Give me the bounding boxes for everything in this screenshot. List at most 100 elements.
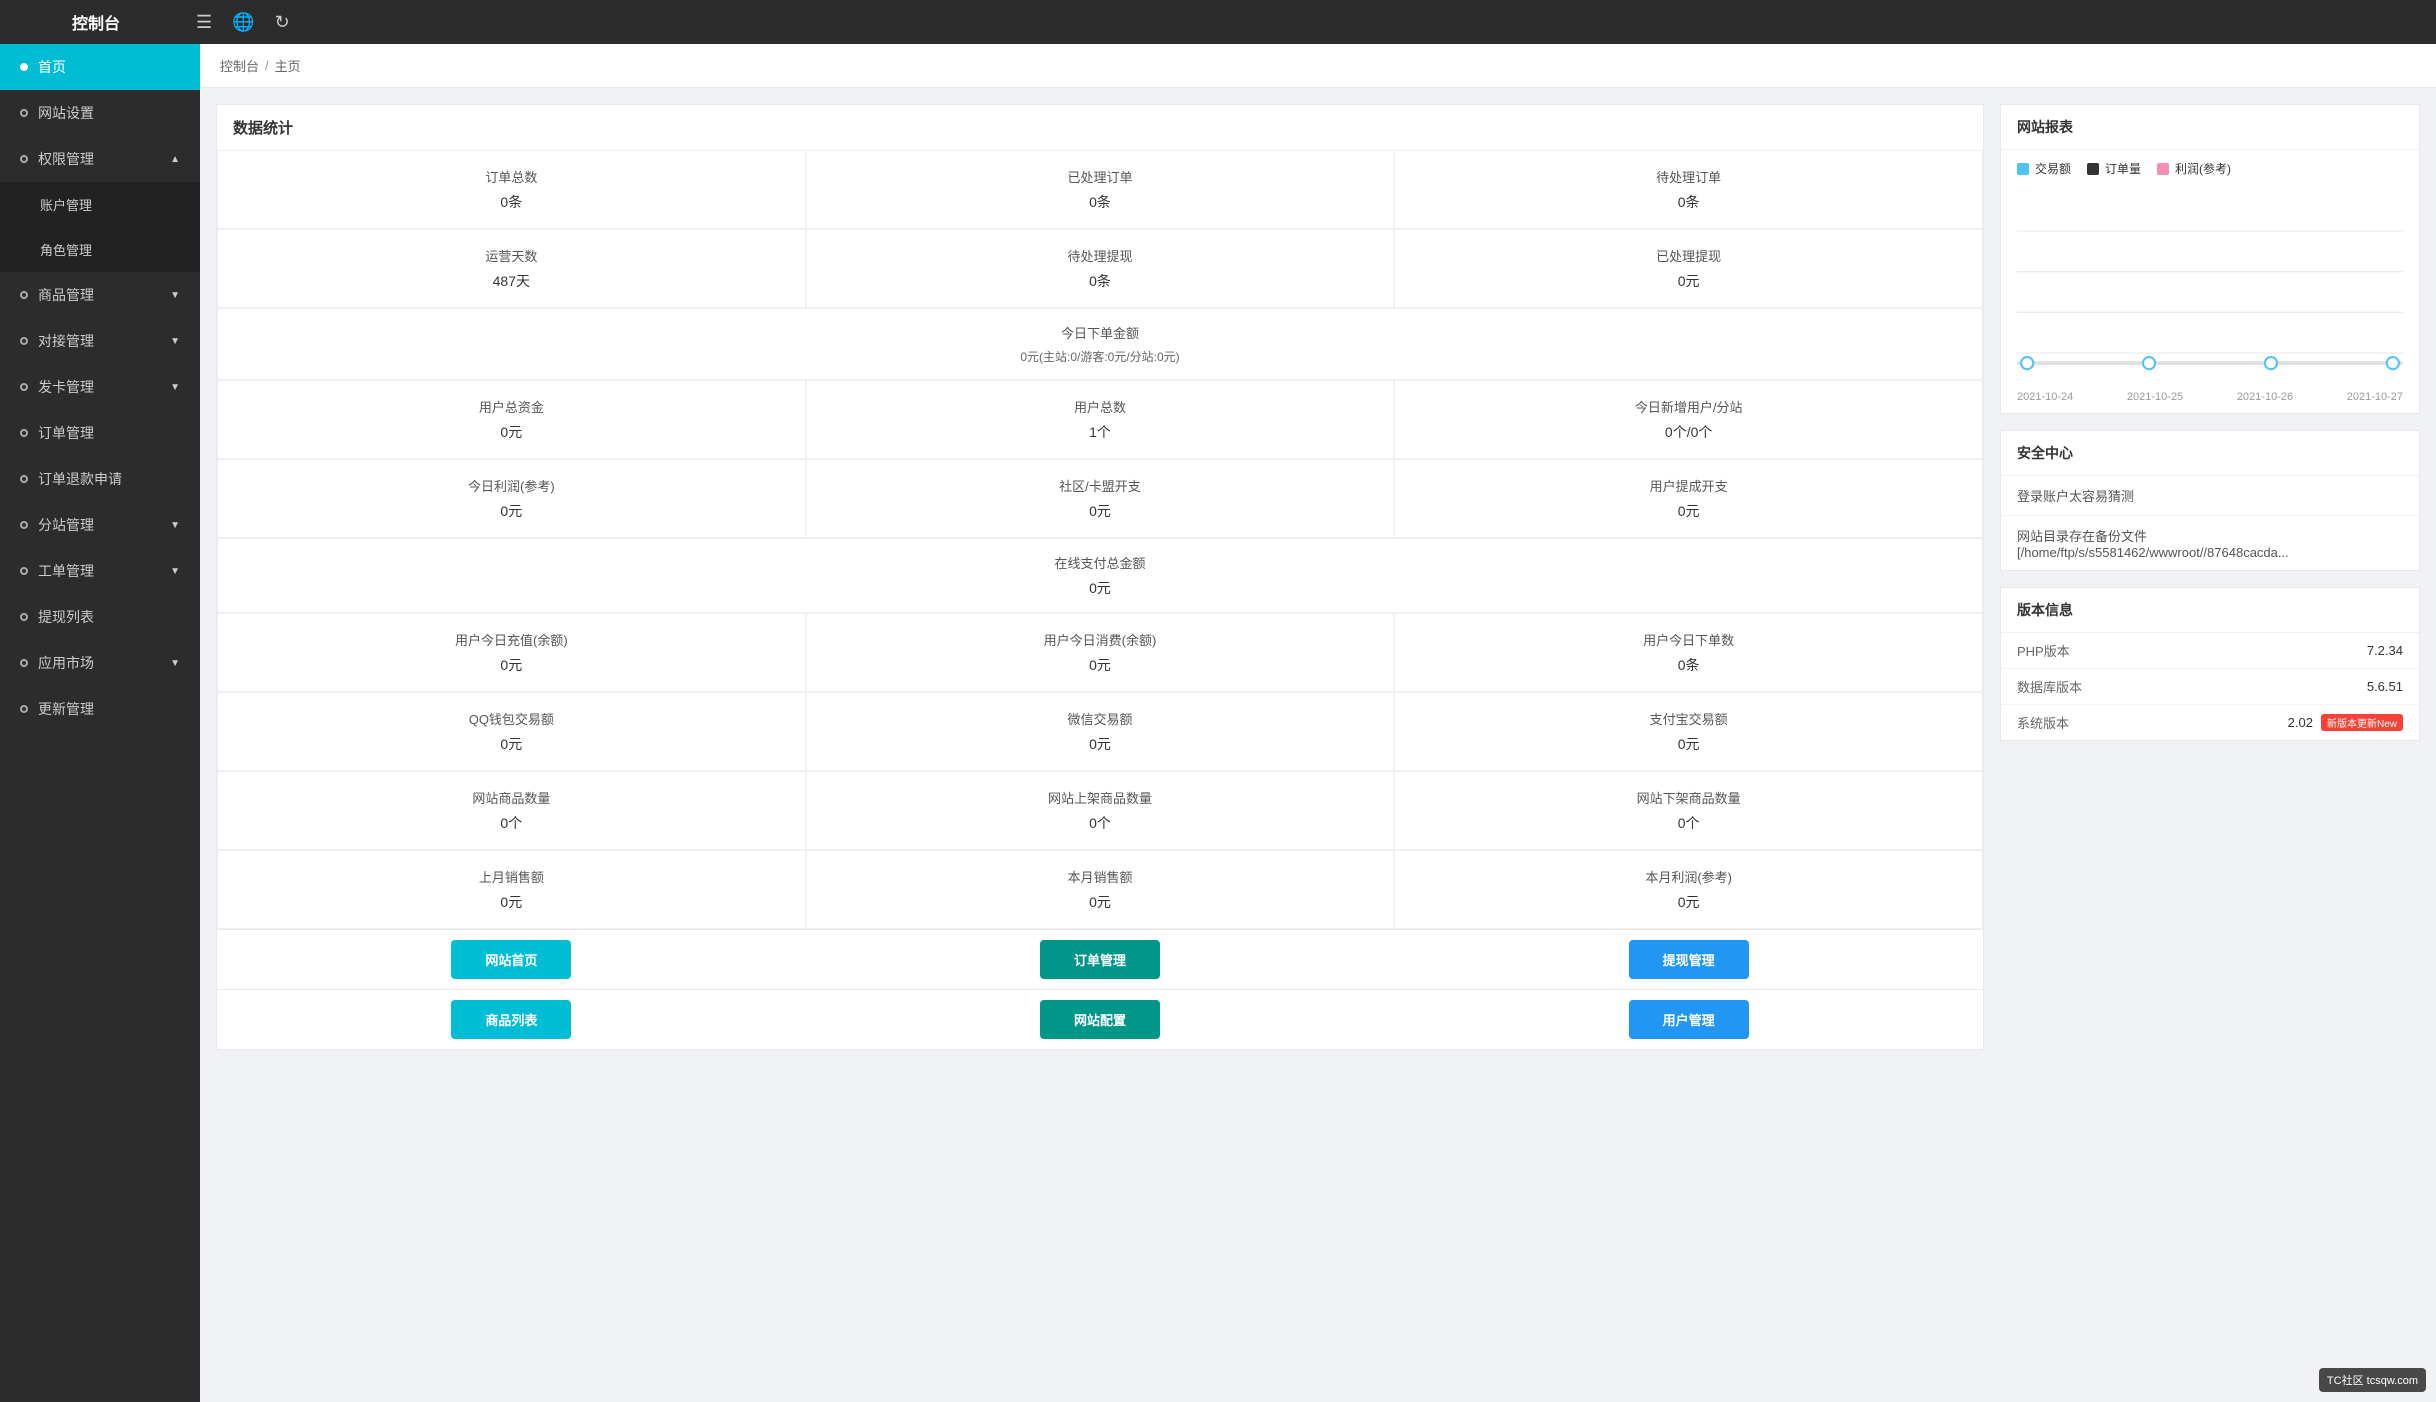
sidebar-dot xyxy=(20,109,28,117)
stats-label: 用户今日充值(余额) xyxy=(234,630,789,649)
sidebar-dot xyxy=(20,567,28,575)
version-label: 系统版本 xyxy=(2017,713,2288,732)
stats-label: 今日下单金额 xyxy=(232,323,1968,342)
version-label: PHP版本 xyxy=(2017,641,2367,660)
sidebar-item-withdraw[interactable]: 提现列表 xyxy=(0,594,200,640)
stats-title: 数据统计 xyxy=(217,105,1983,150)
security-card: 安全中心 登录账户太容易猜测 网站目录存在备份文件 [/home/ftp/s/s… xyxy=(2000,430,2420,571)
version-row-php: PHP版本 7.2.34 xyxy=(2001,633,2419,669)
stats-value: 0条 xyxy=(823,192,1378,212)
sidebar-dot xyxy=(20,63,28,71)
stats-label: 用户提成开支 xyxy=(1411,476,1966,495)
stats-cell-new-users: 今日新增用户/分站 0个/0个 xyxy=(1394,380,1983,459)
refresh-icon[interactable]: ↻ xyxy=(275,12,290,33)
btn-cell: 用户管理 xyxy=(1394,990,1983,1049)
sidebar-item-role-mgmt[interactable]: 角色管理 xyxy=(0,227,200,272)
stats-label: 网站商品数量 xyxy=(234,788,789,807)
sidebar-dot xyxy=(20,291,28,299)
sidebar-item-refund[interactable]: 订单退款申请 xyxy=(0,456,200,502)
sidebar: 首页 网站设置 权限管理 ▲ 账户管理 角色管理 商品管理 ▼ xyxy=(0,44,200,1402)
stats-value: 1个 xyxy=(823,422,1378,442)
stats-label: 运营天数 xyxy=(234,246,789,265)
sidebar-item-order[interactable]: 订单管理 xyxy=(0,410,200,456)
stats-value: 0元 xyxy=(823,892,1378,912)
version-card: 版本信息 PHP版本 7.2.34 数据库版本 5.6.51 系统版本 2.02… xyxy=(2000,587,2420,741)
stats-value: 0元 xyxy=(234,734,789,754)
stats-value: 0元 xyxy=(234,422,789,442)
stats-cell-order-pending: 待处理订单 0条 xyxy=(1394,150,1983,229)
stats-label: 用户总数 xyxy=(823,397,1378,416)
stats-value: 0元 xyxy=(234,501,789,521)
btn-cell: 商品列表 xyxy=(217,990,806,1049)
sidebar-item-workorder[interactable]: 工单管理 ▼ xyxy=(0,548,200,594)
sidebar-item-permission[interactable]: 权限管理 ▲ xyxy=(0,136,200,182)
stats-cell-withdraw-pending: 待处理提现 0条 xyxy=(806,229,1395,308)
stats-value: 0元 xyxy=(823,655,1378,675)
watermark: TC社区 tcsqw.com xyxy=(2319,1368,2426,1392)
sidebar-item-home[interactable]: 首页 xyxy=(0,44,200,90)
stats-label: 已处理订单 xyxy=(823,167,1378,186)
withdraw-mgmt-button[interactable]: 提现管理 xyxy=(1629,940,1749,979)
stats-value: 0条 xyxy=(1411,192,1966,212)
btn-row-2: 商品列表 网站配置 用户管理 xyxy=(217,989,1983,1049)
stats-value: 487天 xyxy=(234,271,789,291)
stats-label: 网站下架商品数量 xyxy=(1411,788,1966,807)
order-mgmt-button[interactable]: 订单管理 xyxy=(1040,940,1160,979)
user-mgmt-button[interactable]: 用户管理 xyxy=(1629,1000,1749,1039)
breadcrumb-separator: / xyxy=(265,58,269,73)
stats-label: 用户今日消费(余额) xyxy=(823,630,1378,649)
stats-label: 待处理订单 xyxy=(1411,167,1966,186)
version-label: 数据库版本 xyxy=(2017,677,2367,696)
chevron-down-icon: ▼ xyxy=(170,566,180,577)
sidebar-item-card-issue[interactable]: 发卡管理 ▼ xyxy=(0,364,200,410)
sidebar-item-product[interactable]: 商品管理 ▼ xyxy=(0,272,200,318)
version-value: 5.6.51 xyxy=(2367,677,2403,696)
sidebar-dot xyxy=(20,521,28,529)
stats-row-8: 上月销售额 0元 本月销售额 0元 本月利润(参考) 0元 xyxy=(217,850,1983,929)
chevron-down-icon: ▼ xyxy=(170,382,180,393)
legend-label-orders: 订单量 xyxy=(2105,160,2141,177)
stats-label: 社区/卡盟开支 xyxy=(823,476,1378,495)
legend-dot-trade xyxy=(2017,163,2029,175)
sidebar-dot xyxy=(20,705,28,713)
stats-cell-user-total: 用户总数 1个 xyxy=(806,380,1395,459)
btn-cell: 网站首页 xyxy=(217,930,806,989)
legend-item-profit: 利润(参考) xyxy=(2157,160,2231,177)
product-list-button[interactable]: 商品列表 xyxy=(451,1000,571,1039)
stats-value: 0条 xyxy=(1411,655,1966,675)
sidebar-label: 首页 xyxy=(38,57,66,77)
sidebar-label: 订单退款申请 xyxy=(38,469,122,489)
sidebar-item-update[interactable]: 更新管理 xyxy=(0,686,200,732)
stats-value: 0个/0个 xyxy=(1411,422,1966,442)
chart-dates: 2021-10-24 2021-10-25 2021-10-26 2021-10… xyxy=(2001,387,2419,413)
left-panel: 数据统计 订单总数 0条 已处理订单 0条 待处理订单 xyxy=(216,104,1984,1386)
version-value: 7.2.34 xyxy=(2367,641,2403,660)
stats-value: 0条 xyxy=(823,271,1378,291)
sidebar-dot xyxy=(20,383,28,391)
menu-icon[interactable]: ☰ xyxy=(196,12,212,33)
stats-value: 0元 xyxy=(1411,501,1966,521)
sidebar-item-account-mgmt[interactable]: 账户管理 xyxy=(0,182,200,227)
site-config-button[interactable]: 网站配置 xyxy=(1040,1000,1160,1039)
stats-cell-this-month-profit: 本月利润(参考) 0元 xyxy=(1394,850,1983,929)
sidebar-item-appmarket[interactable]: 应用市场 ▼ xyxy=(0,640,200,686)
website-home-button[interactable]: 网站首页 xyxy=(451,940,571,979)
btn-cell: 提现管理 xyxy=(1394,930,1983,989)
sidebar-dot xyxy=(20,429,28,437)
stats-cell-recharge-today: 用户今日充值(余额) 0元 xyxy=(217,613,806,692)
btn-row-1: 网站首页 订单管理 提现管理 xyxy=(217,929,1983,989)
legend-item-orders: 订单量 xyxy=(2087,160,2141,177)
breadcrumb: 控制台 / 主页 xyxy=(200,44,2436,88)
legend-dot-profit xyxy=(2157,163,2169,175)
stats-cell-user-funds: 用户总资金 0元 xyxy=(217,380,806,459)
sidebar-item-site-settings[interactable]: 网站设置 xyxy=(0,90,200,136)
stats-cell-product-count: 网站商品数量 0个 xyxy=(217,771,806,850)
sidebar-item-substation[interactable]: 分站管理 ▼ xyxy=(0,502,200,548)
stats-value: 0元 xyxy=(823,501,1378,521)
breadcrumb-item-1[interactable]: 控制台 xyxy=(220,56,259,75)
stats-cell-this-month-sales: 本月销售额 0元 xyxy=(806,850,1395,929)
sidebar-label: 更新管理 xyxy=(38,699,94,719)
sidebar-item-connect[interactable]: 对接管理 ▼ xyxy=(0,318,200,364)
stats-value: 0元 xyxy=(1411,892,1966,912)
globe-icon[interactable]: 🌐 xyxy=(232,12,254,33)
